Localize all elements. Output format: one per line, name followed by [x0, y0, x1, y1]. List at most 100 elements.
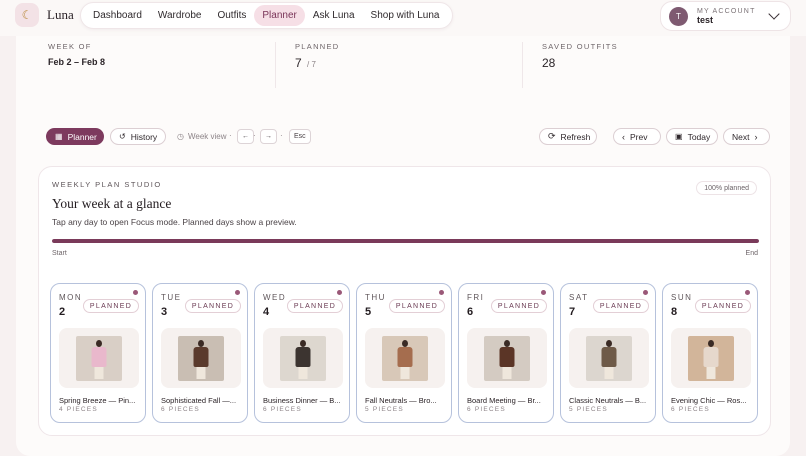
prev-label: Prev	[630, 131, 648, 142]
outfit-piece-count: 6 PIECES	[263, 406, 302, 413]
separator-dot: ·	[229, 131, 232, 140]
day-of-week: WED	[263, 293, 287, 302]
planned-dot	[337, 290, 342, 295]
stat-planned-value: 7	[295, 56, 302, 70]
today-button[interactable]: ▣ Today	[666, 128, 718, 145]
next-week-button[interactable]: Next ›	[723, 128, 770, 145]
nav-shop-with-luna[interactable]: Shop with Luna	[363, 5, 448, 26]
planned-dot	[235, 290, 240, 295]
stat-saved-value: 28	[542, 56, 556, 70]
separator-dot: ·	[253, 131, 256, 140]
key-hint-left: ←	[237, 129, 254, 144]
week-progress-fill	[52, 239, 759, 243]
planned-dot	[643, 290, 648, 295]
refresh-label: Refresh	[560, 131, 591, 142]
stat-week-of: WEEK OF Feb 2 – Feb 8	[48, 42, 276, 88]
refresh-button[interactable]: ⟳ Refresh	[539, 128, 597, 145]
outfit-piece-count: 6 PIECES	[161, 406, 200, 413]
day-card-mon[interactable]: MON 2 PLANNED Spring Breeze — Pin... 4 P…	[50, 283, 146, 423]
outfit-preview	[467, 328, 547, 388]
account-menu-button[interactable]: T MY ACCOUNT test	[660, 1, 791, 31]
day-number: 6	[467, 306, 474, 318]
day-of-week: MON	[59, 293, 83, 302]
chevron-down-icon	[768, 8, 780, 20]
outfit-photo	[382, 335, 428, 381]
outfit-name: Board Meeting — Br...	[467, 396, 541, 405]
grid-icon: ▦	[55, 132, 63, 141]
figure-coat	[397, 346, 413, 367]
history-tab-button[interactable]: ↺ History	[110, 128, 166, 145]
stat-week-of-label: WEEK OF	[48, 42, 92, 51]
nav-ask-luna[interactable]: Ask Luna	[305, 5, 363, 26]
outfit-name: Fall Neutrals — Bro...	[365, 396, 437, 405]
nav-wardrobe[interactable]: Wardrobe	[150, 5, 210, 26]
next-label: Next	[732, 131, 750, 142]
week-progress-bar	[52, 239, 759, 243]
day-number: 5	[365, 306, 372, 318]
history-icon: ↺	[119, 132, 126, 141]
calendar-icon: ▣	[675, 132, 683, 141]
planned-badge: PLANNED	[185, 299, 241, 313]
figure-head	[708, 339, 714, 347]
day-card-wed[interactable]: WED 4 PLANNED Business Dinner — B... 6 P…	[254, 283, 350, 423]
day-card-fri[interactable]: FRI 6 PLANNED Board Meeting — Br... 6 PI…	[458, 283, 554, 423]
outfit-photo	[280, 335, 326, 381]
day-number: 3	[161, 306, 168, 318]
day-of-week: THU	[365, 293, 386, 302]
figure-coat	[499, 346, 515, 367]
day-card-tue[interactable]: TUE 3 PLANNED Sophisticated Fall —... 6 …	[152, 283, 248, 423]
outfit-name: Classic Neutrals — B...	[569, 396, 647, 405]
outfit-piece-count: 4 PIECES	[59, 406, 98, 413]
outfit-name: Business Dinner — B...	[263, 396, 341, 405]
figure-head	[402, 339, 408, 347]
figure-legs	[706, 366, 716, 379]
outfit-photo	[688, 335, 734, 381]
outfit-preview	[365, 328, 445, 388]
brand[interactable]: ☾ Luna	[15, 3, 74, 27]
day-of-week: FRI	[467, 293, 485, 302]
planned-badge: PLANNED	[695, 299, 751, 313]
outfit-piece-count: 5 PIECES	[569, 406, 608, 413]
top-navigation-bar: ☾ Luna Dashboard Wardrobe Outfits Planne…	[0, 0, 806, 36]
nav-planner[interactable]: Planner	[254, 5, 305, 26]
figure-coat	[295, 346, 311, 367]
outfit-piece-count: 6 PIECES	[671, 406, 710, 413]
outfit-piece-count: 5 PIECES	[365, 406, 404, 413]
prev-week-button[interactable]: ‹ Prev	[613, 128, 661, 145]
day-number: 7	[569, 306, 576, 318]
outfit-piece-count: 6 PIECES	[467, 406, 506, 413]
figure-legs	[502, 366, 512, 379]
outfit-preview	[263, 328, 343, 388]
planned-badge: PLANNED	[491, 299, 547, 313]
outfit-name: Evening Chic — Ros...	[671, 396, 747, 405]
nav-dashboard[interactable]: Dashboard	[85, 5, 150, 26]
moon-icon: ☾	[15, 3, 39, 27]
day-of-week: TUE	[161, 293, 182, 302]
day-card-sun[interactable]: SUN 8 PLANNED Evening Chic — Ros... 6 PI…	[662, 283, 758, 423]
week-view-label: Week view	[188, 132, 227, 141]
figure-legs	[298, 366, 308, 379]
studio-title: Your week at a glance	[52, 196, 172, 211]
figure-coat	[703, 346, 719, 367]
figure-head	[96, 339, 102, 347]
day-number: 8	[671, 306, 678, 318]
planner-tab-button[interactable]: ▦ Planner	[46, 128, 104, 145]
account-label: MY ACCOUNT	[697, 7, 756, 15]
planned-dot	[541, 290, 546, 295]
day-card-sat[interactable]: SAT 7 PLANNED Classic Neutrals — B... 5 …	[560, 283, 656, 423]
nav-outfits[interactable]: Outfits	[209, 5, 254, 26]
outfit-preview	[161, 328, 241, 388]
history-tab-label: History	[130, 131, 158, 142]
outfit-photo	[178, 335, 224, 381]
brand-name: Luna	[47, 7, 74, 22]
outfit-photo	[76, 335, 122, 381]
figure-head	[198, 339, 204, 347]
outfit-preview	[569, 328, 649, 388]
figure-legs	[196, 366, 206, 379]
outfit-name: Spring Breeze — Pin...	[59, 396, 136, 405]
figure-legs	[604, 366, 614, 379]
refresh-icon: ⟳	[548, 131, 556, 141]
outfit-photo	[586, 335, 632, 381]
planned-badge: PLANNED	[83, 299, 139, 313]
day-card-thu[interactable]: THU 5 PLANNED Fall Neutrals — Bro... 5 P…	[356, 283, 452, 423]
